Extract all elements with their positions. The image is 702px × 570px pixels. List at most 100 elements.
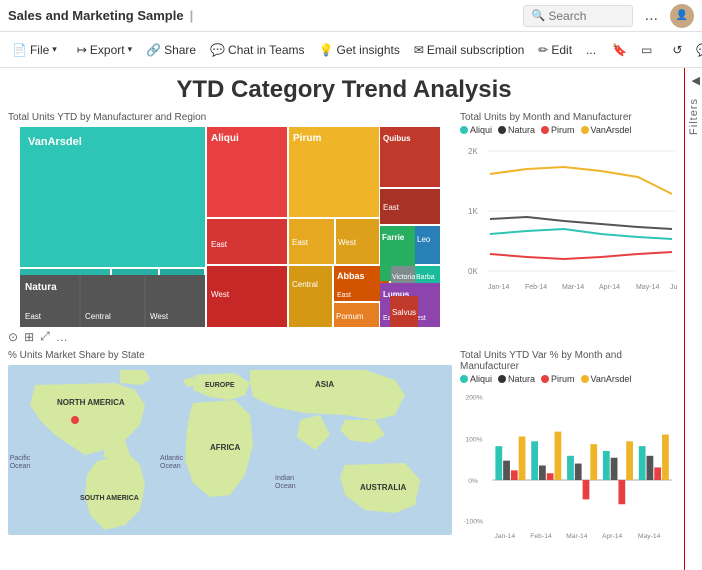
legend-label-vanarsdel: VanArsdel — [591, 125, 632, 135]
svg-text:200%: 200% — [465, 395, 482, 402]
svg-text:NORTH AMERICA: NORTH AMERICA — [57, 398, 125, 407]
toolbar-more-button[interactable]: ... — [580, 40, 602, 60]
svg-text:West: West — [338, 238, 357, 247]
legend-dot-aliqui — [460, 126, 468, 134]
share-icon: 🔗 — [146, 43, 161, 57]
svg-text:Ocean: Ocean — [160, 463, 181, 470]
svg-text:Feb-14: Feb-14 — [530, 533, 552, 540]
svg-text:2K: 2K — [468, 147, 478, 156]
svg-text:West: West — [211, 290, 230, 299]
bookmark-button[interactable]: 🔖 — [606, 40, 633, 60]
file-icon: 📄 — [12, 43, 27, 57]
svg-text:Natura: Natura — [25, 282, 57, 293]
search-icon: 🔍 — [532, 9, 546, 22]
svg-text:0K: 0K — [468, 267, 478, 276]
map-container[interactable]: NORTH AMERICA EUROPE ASIA Pacific Ocean … — [8, 365, 452, 535]
title-bar-left: Sales and Marketing Sample | — [8, 8, 193, 23]
world-map-svg: NORTH AMERICA EUROPE ASIA Pacific Ocean … — [8, 365, 452, 535]
title-separator: | — [190, 8, 194, 23]
search-box[interactable]: 🔍 — [523, 5, 633, 27]
edit-button[interactable]: ✏ Edit — [532, 40, 578, 60]
bar-legend-label-aliqui: Aliqui — [470, 374, 492, 384]
bar-chart-svg[interactable]: 200% 100% 0% -100% Jan-14 Feb-14 Mar-14 … — [460, 388, 680, 543]
line-chart-title: Total Units by Month and Manufacturer — [460, 112, 680, 123]
bar-legend-dot-vanarsdel — [581, 375, 589, 383]
svg-text:Pirum: Pirum — [293, 133, 321, 144]
svg-text:SOUTH AMERICA: SOUTH AMERICA — [80, 495, 139, 502]
get-insights-button[interactable]: 💡 Get insights — [313, 40, 406, 60]
search-input[interactable] — [548, 9, 628, 23]
legend-item-vanarsdel: VanArsdel — [581, 125, 632, 135]
email-subscription-button[interactable]: ✉ Email subscription — [408, 40, 530, 60]
treemap-title: Total Units YTD by Manufacturer and Regi… — [8, 112, 452, 123]
svg-text:Indian: Indian — [275, 475, 294, 482]
bar-legend-item-aliqui: Aliqui — [460, 374, 492, 384]
bar-chart-section: Total Units YTD Var % by Month and Manuf… — [460, 350, 680, 550]
svg-text:VanArsdel: VanArsdel — [28, 136, 82, 148]
svg-text:Victoria: Victoria — [392, 274, 415, 281]
svg-text:-100%: -100% — [463, 519, 483, 526]
export-button[interactable]: ↦ Export ▾ — [71, 40, 138, 60]
legend-dot-natura — [498, 126, 506, 134]
svg-text:Quibus: Quibus — [383, 134, 411, 143]
line-chart-svg[interactable]: 2K 1K 0K Jan-14 Feb-14 Mar-14 Apr-14 May… — [460, 139, 680, 314]
treemap-table-icon[interactable]: ⊞ — [24, 330, 34, 344]
svg-text:Feb-14: Feb-14 — [525, 284, 547, 291]
svg-text:East: East — [211, 240, 228, 249]
svg-text:EUROPE: EUROPE — [205, 382, 235, 389]
treemap-chart[interactable]: VanArsdel East Central West Natura — [8, 127, 452, 327]
svg-text:Pomum: Pomum — [336, 312, 364, 321]
page-title: YTD Category Trend Analysis — [8, 76, 680, 104]
svg-text:Central: Central — [85, 312, 111, 321]
export-caret: ▾ — [128, 44, 133, 55]
map-title: % Units Market Share by State — [8, 350, 452, 361]
treemap-more-icon[interactable]: … — [56, 330, 68, 344]
svg-text:ASIA: ASIA — [315, 380, 334, 389]
bar-legend-dot-aliqui — [460, 375, 468, 383]
bar-legend-label-vanarsdel: VanArsdel — [591, 374, 632, 384]
treemap-expand-icon[interactable]: ⤢ — [40, 329, 50, 344]
chat-in-teams-button[interactable]: 💬 Chat in Teams — [204, 40, 310, 60]
svg-text:Mar-14: Mar-14 — [562, 284, 584, 291]
bar-chart-title: Total Units YTD Var % by Month and Manuf… — [460, 350, 680, 372]
content-area: YTD Category Trend Analysis Total Units … — [0, 68, 702, 570]
svg-text:Ocean: Ocean — [275, 483, 296, 490]
filters-collapse-icon[interactable]: ◀ — [692, 74, 700, 87]
row-2: % Units Market Share by State — [8, 350, 680, 550]
svg-text:AFRICA: AFRICA — [210, 443, 240, 452]
title-bar-right: 🔍 ... 👤 — [523, 4, 694, 28]
svg-text:East: East — [25, 312, 42, 321]
bar-legend-label-natura: Natura — [508, 374, 535, 384]
chat-icon: 💬 — [210, 43, 225, 57]
filters-label: Filters — [688, 98, 700, 135]
legend-item-natura: Natura — [498, 125, 535, 135]
svg-text:Mar-14: Mar-14 — [566, 533, 588, 540]
svg-text:0%: 0% — [468, 478, 478, 485]
file-button[interactable]: 📄 File ▾ — [6, 40, 63, 60]
layout-button[interactable]: ▭ — [635, 40, 658, 60]
svg-text:Ju: Ju — [670, 284, 678, 291]
share-button[interactable]: 🔗 Share — [140, 40, 202, 60]
main-content: YTD Category Trend Analysis Total Units … — [0, 68, 702, 570]
svg-text:East: East — [383, 203, 400, 212]
svg-text:May-14: May-14 — [638, 533, 661, 540]
comment-button[interactable]: 💬 — [690, 40, 702, 60]
map-section: % Units Market Share by State — [8, 350, 452, 550]
line-chart-section: Total Units by Month and Manufacturer Al… — [460, 112, 680, 342]
svg-text:May-14: May-14 — [636, 284, 659, 291]
treemap-section: Total Units YTD by Manufacturer and Regi… — [8, 112, 452, 342]
bar-legend-dot-pirum — [541, 375, 549, 383]
svg-text:Abbas: Abbas — [337, 271, 365, 281]
more-options-button[interactable]: ... — [641, 7, 662, 25]
svg-text:Central: Central — [292, 280, 318, 289]
avatar: 👤 — [670, 4, 694, 28]
file-caret: ▾ — [52, 44, 57, 55]
legend-label-natura: Natura — [508, 125, 535, 135]
svg-text:Aliqui: Aliqui — [211, 133, 239, 144]
export-icon: ↦ — [77, 43, 87, 57]
filters-panel[interactable]: ◀ Filters — [684, 68, 702, 570]
treemap-svg: VanArsdel East Central West Natura — [8, 127, 452, 327]
refresh-button[interactable]: ↺ — [666, 40, 688, 60]
treemap-focus-icon[interactable]: ⊙ — [8, 330, 18, 344]
svg-text:Atlantic: Atlantic — [160, 455, 183, 462]
